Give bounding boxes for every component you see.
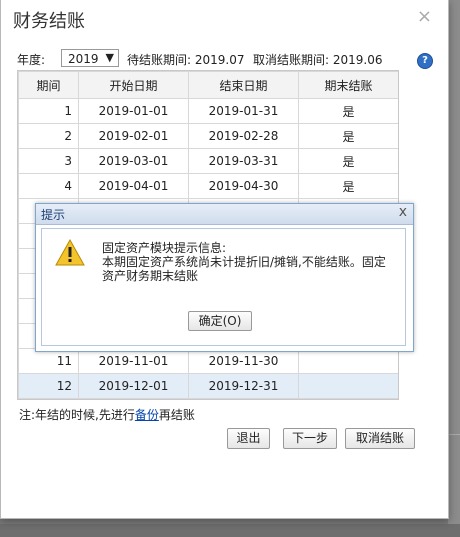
table-row[interactable]: 2 2019-02-01 2019-02-28 是 bbox=[18, 123, 398, 149]
cancel-period-text: 取消结账期间: 2019.06 bbox=[253, 53, 383, 67]
cancel-close-button[interactable]: 取消结账 bbox=[345, 428, 415, 449]
cell-closed: 是 bbox=[298, 123, 398, 149]
year-label: 年度: bbox=[17, 53, 46, 67]
cell-end-date: 2019-01-31 bbox=[188, 98, 299, 124]
cell-start-date: 2019-11-01 bbox=[78, 348, 189, 374]
cell-start-date: 2019-04-01 bbox=[78, 173, 189, 199]
cell-closed: 是 bbox=[298, 98, 398, 124]
dialog-close-icon[interactable]: × bbox=[417, 6, 432, 27]
table-row[interactable]: 4 2019-04-01 2019-04-30 是 bbox=[18, 173, 398, 199]
message-body: 固定资产模块提示信息: 本期固定资产系统尚未计提折旧/摊销,不能结账。固定资产财… bbox=[41, 228, 406, 346]
cell-start-date: 2019-01-01 bbox=[78, 98, 189, 124]
note-text: 注:年结的时候,先进行备份再结账 bbox=[19, 406, 195, 423]
message-box: 提示 x 固定资产模块提示信息: 本期固定资产系统尚未计提折旧/摊销,不能结账。… bbox=[35, 203, 414, 352]
cell-end-date: 2019-11-30 bbox=[188, 348, 299, 374]
cell-start-date: 2019-02-01 bbox=[78, 123, 189, 149]
year-value: 2019 bbox=[68, 52, 99, 66]
help-icon[interactable]: ? bbox=[417, 53, 433, 69]
cell-start-date: 2019-12-01 bbox=[78, 373, 189, 399]
column-header-closed: 期末结账 bbox=[298, 71, 398, 99]
exit-button[interactable]: 退出 bbox=[227, 428, 270, 449]
cell-period: 1 bbox=[18, 98, 79, 124]
column-header-end-date: 结束日期 bbox=[188, 71, 299, 99]
cell-start-date: 2019-03-01 bbox=[78, 148, 189, 174]
cell-end-date: 2019-02-28 bbox=[188, 123, 299, 149]
column-header-period: 期间 bbox=[18, 71, 79, 99]
cell-period: 4 bbox=[18, 173, 79, 199]
note-suffix: 再结账 bbox=[158, 408, 195, 422]
background-window bbox=[448, 0, 460, 537]
cell-period: 12 bbox=[18, 373, 79, 399]
ok-button[interactable]: 确定(O) bbox=[188, 311, 252, 331]
table-row[interactable]: 11 2019-11-01 2019-11-30 bbox=[18, 348, 398, 374]
cell-period: 11 bbox=[18, 348, 79, 374]
background-line bbox=[448, 434, 460, 435]
cell-period: 2 bbox=[18, 123, 79, 149]
cell-period: 3 bbox=[18, 148, 79, 174]
column-header-start-date: 开始日期 bbox=[78, 71, 189, 99]
cell-closed bbox=[298, 348, 398, 374]
cell-closed: 是 bbox=[298, 148, 398, 174]
table-header-row: 期间 开始日期 结束日期 期末结账 bbox=[18, 71, 398, 99]
pending-period-text: 待结账期间: 2019.07 bbox=[127, 53, 245, 67]
message-text: 固定资产模块提示信息: 本期固定资产系统尚未计提折旧/摊销,不能结账。固定资产财… bbox=[102, 241, 392, 283]
warning-icon bbox=[55, 239, 85, 266]
background-bottom bbox=[0, 524, 460, 537]
table-row[interactable]: 3 2019-03-01 2019-03-31 是 bbox=[18, 148, 398, 174]
next-button[interactable]: 下一步 bbox=[283, 428, 337, 449]
message-close-icon[interactable]: x bbox=[399, 204, 407, 220]
cell-closed: 是 bbox=[298, 173, 398, 199]
message-title-bar: 提示 x bbox=[36, 204, 413, 225]
message-title: 提示 bbox=[41, 208, 66, 222]
message-line-2: 本期固定资产系统尚未计提折旧/摊销,不能结账。固定资产财务期末结账 bbox=[102, 255, 386, 283]
dialog-title: 财务结账 bbox=[13, 11, 85, 32]
note-prefix: 注:年结的时候,先进行 bbox=[19, 408, 135, 422]
table-row[interactable]: 12 2019-12-01 2019-12-31 bbox=[18, 373, 398, 399]
toolbar: 年度: 2019 ▼ 待结账期间: 2019.07 取消结账期间: 2019.0… bbox=[17, 49, 437, 69]
cell-end-date: 2019-12-31 bbox=[188, 373, 299, 399]
year-select[interactable]: 2019 ▼ bbox=[61, 49, 119, 67]
chevron-down-icon: ▼ bbox=[105, 51, 114, 64]
backup-link[interactable]: 备份 bbox=[135, 408, 159, 422]
cell-closed bbox=[298, 373, 398, 399]
message-line-1: 固定资产模块提示信息: bbox=[102, 241, 227, 255]
cell-end-date: 2019-03-31 bbox=[188, 148, 299, 174]
cell-end-date: 2019-04-30 bbox=[188, 173, 299, 199]
table-row[interactable]: 1 2019-01-01 2019-01-31 是 bbox=[18, 98, 398, 124]
